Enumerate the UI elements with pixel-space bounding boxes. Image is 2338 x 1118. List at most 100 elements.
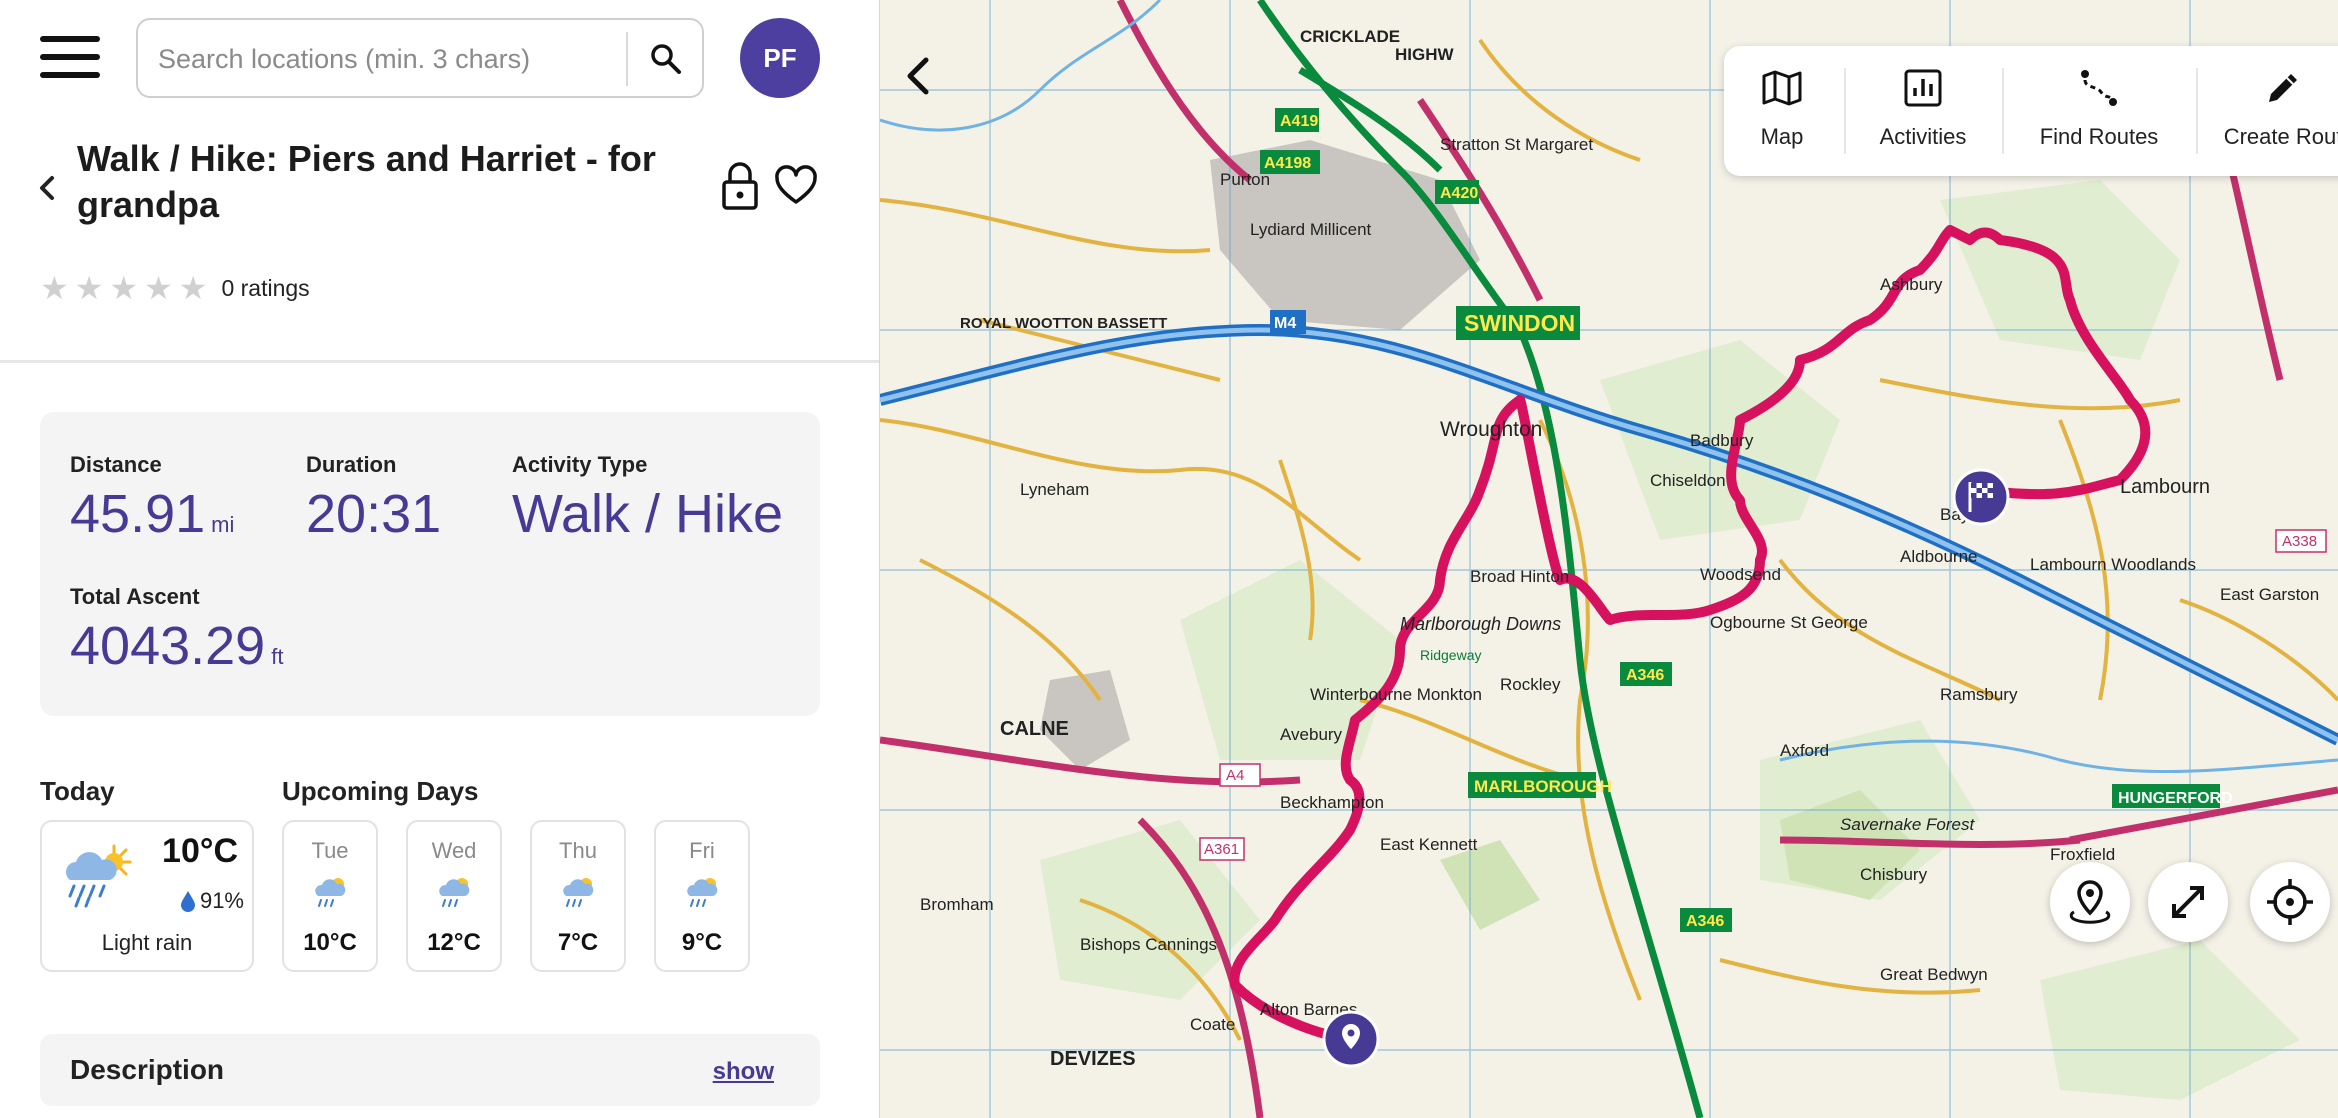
- distance-unit: mi: [211, 512, 235, 537]
- map-label: M4: [1274, 315, 1296, 332]
- map-label: Rockley: [1500, 675, 1561, 694]
- map-label: Axford: [1780, 741, 1829, 760]
- map-label: East Kennett: [1380, 835, 1478, 854]
- ratings-row[interactable]: ★ ★ ★ ★ ★ 0 ratings: [40, 268, 310, 308]
- forecast-day-card: Thu 7°C: [530, 820, 626, 972]
- map-label: Marlborough Downs: [1400, 614, 1561, 634]
- route-details-panel: PF Walk / Hike: Piers and Harriet - for …: [0, 0, 880, 1118]
- my-location-button[interactable]: [2250, 862, 2330, 942]
- activity-type-value: Walk / Hike: [512, 484, 784, 544]
- total-ascent-label: Total Ascent: [70, 584, 200, 609]
- raindrop-icon: [180, 891, 195, 912]
- star-icon[interactable]: ★: [75, 272, 104, 304]
- search-button[interactable]: [634, 28, 698, 90]
- star-icon[interactable]: ★: [40, 272, 69, 304]
- map-label: DEVIZES: [1050, 1048, 1136, 1070]
- route-header: Walk / Hike: Piers and Harriet - for gra…: [0, 130, 879, 240]
- crosshair-icon: [2267, 879, 2313, 925]
- weather-section: Today Upcoming Days 10°C 91% Light rain: [40, 776, 840, 972]
- forecast-day-name: Tue: [311, 838, 349, 863]
- map-label: Great Bedwyn: [1880, 965, 1988, 984]
- collapse-panel-chevron-icon[interactable]: [898, 52, 938, 100]
- back-chevron-icon[interactable]: [32, 170, 62, 206]
- lock-icon[interactable]: [718, 160, 762, 212]
- total-ascent-value: 4043.29 ft: [70, 616, 284, 676]
- map-label: Aldbourne: [1900, 547, 1978, 566]
- forecast-day-name: Wed: [431, 838, 477, 863]
- avatar[interactable]: PF: [740, 18, 820, 98]
- map-label: A361: [1204, 841, 1239, 858]
- forecast-day-temperature: 10°C: [303, 929, 357, 956]
- today-temperature: 10°C: [162, 832, 238, 870]
- map-label: A346: [1626, 667, 1664, 684]
- map-label: A420: [1440, 185, 1478, 202]
- rain-sun-icon: [439, 878, 470, 907]
- map-label: Beckhampton: [1280, 793, 1384, 812]
- map-label: Ogbourne St George: [1710, 613, 1868, 632]
- map-label: Winterbourne Monkton: [1310, 685, 1482, 704]
- favourite-heart-icon[interactable]: [774, 164, 818, 208]
- find-routes-button[interactable]: Find Routes: [2004, 46, 2194, 176]
- map-label: Stratton St Margaret: [1440, 135, 1593, 154]
- upcoming-days-heading: Upcoming Days: [282, 776, 479, 806]
- description-show-link[interactable]: show: [713, 1058, 774, 1086]
- map-label: Lambourn Woodlands: [2030, 555, 2196, 574]
- activities-button[interactable]: Activities: [1846, 46, 2000, 176]
- map-label: Chiseldon: [1650, 471, 1726, 490]
- total-ascent-unit: ft: [271, 644, 284, 669]
- distance-stat: Distance 45.91 mi: [70, 452, 234, 555]
- map-toolbar: Map Activities Find Routes Create Rout: [1724, 46, 2338, 176]
- description-section[interactable]: Description show: [40, 1034, 820, 1106]
- forecast-day-temperature: 12°C: [427, 929, 481, 956]
- pencil-icon: [2269, 74, 2297, 102]
- map-view[interactable]: CRICKLADE HIGHW Stratton St Margaret Pur…: [880, 0, 2338, 1118]
- map-label: HUNGERFORD: [2118, 790, 2233, 807]
- activity-type-stat: Activity Type Walk / Hike: [512, 452, 783, 544]
- rain-sun-icon: [66, 844, 132, 908]
- forecast-day-card: Tue 10°C: [282, 820, 378, 972]
- activities-button-label: Activities: [1879, 124, 1967, 149]
- activity-type-label: Activity Type: [512, 452, 648, 477]
- route-icon: [2081, 70, 2117, 106]
- menu-icon[interactable]: [40, 36, 100, 80]
- search-input[interactable]: [158, 34, 638, 84]
- ratings-count: 0 ratings: [221, 274, 310, 301]
- forecast-day-name: Fri: [689, 838, 715, 863]
- star-rating[interactable]: ★ ★ ★ ★ ★: [40, 272, 207, 304]
- map-label: Coate: [1190, 1015, 1235, 1034]
- map-label: A4198: [1264, 155, 1311, 172]
- today-precipitation: 91%: [180, 888, 244, 914]
- forecast-day-card: Fri 9°C: [654, 820, 750, 972]
- forecast-day-temperature: 7°C: [557, 929, 599, 956]
- map-label: Froxfield: [2050, 845, 2115, 864]
- map-label: Lyneham: [1020, 480, 1089, 499]
- rain-sun-icon: [687, 878, 718, 907]
- route-stats-card: Distance 45.91 mi Duration 20:31 Activity…: [40, 412, 820, 716]
- rain-sun-icon: [563, 878, 594, 907]
- checkered-flag-icon: [1952, 468, 2010, 526]
- fullscreen-button[interactable]: [2148, 862, 2228, 942]
- total-ascent-stat: Total Ascent 4043.29 ft: [70, 584, 283, 687]
- map-label: Ridgeway: [1420, 647, 1481, 663]
- star-icon[interactable]: ★: [144, 272, 173, 304]
- map-layers-button[interactable]: Map: [1724, 46, 1840, 176]
- map-label: CRICKLADE: [1300, 27, 1400, 46]
- route-start-pin[interactable]: [1322, 1010, 1380, 1073]
- map-label: Broad Hinton: [1470, 567, 1569, 586]
- today-weather-card: 10°C 91% Light rain: [40, 820, 254, 972]
- forecast-day-name: Thu: [559, 838, 597, 863]
- create-route-button[interactable]: Create Rout: [2198, 46, 2338, 176]
- star-icon[interactable]: ★: [109, 272, 138, 304]
- create-route-button-label: Create Rout: [2223, 124, 2338, 149]
- location-pins-icon: [2069, 880, 2111, 924]
- map-label: SWINDON: [1464, 310, 1575, 336]
- search-icon: [651, 44, 681, 74]
- map-label: Lydiard Millicent: [1250, 220, 1372, 239]
- map-label: Chisbury: [1860, 865, 1928, 884]
- search-box: [136, 18, 704, 98]
- route-finish-pin[interactable]: [1952, 468, 2010, 531]
- forecast-day-card: Wed 12°C: [406, 820, 502, 972]
- nearby-places-button[interactable]: [2050, 862, 2130, 942]
- map-label: ROYAL WOOTTON BASSETT: [960, 315, 1167, 332]
- star-icon[interactable]: ★: [179, 272, 208, 304]
